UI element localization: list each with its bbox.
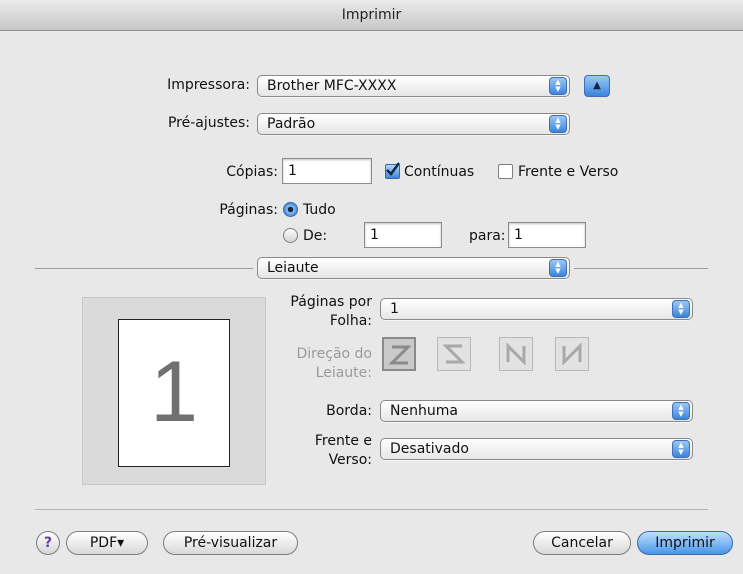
layout-duplex-label-line2: Verso: [328,452,372,468]
copies-label: Cópias: [226,164,278,180]
presets-label: Pré-ajustes: [167,115,250,131]
direction-n-reverse-button[interactable] [555,337,589,371]
bottom-divider [35,509,708,510]
pages-per-sheet-label: Páginas por Folha: [290,293,372,331]
layout-duplex-select[interactable]: Desativado ▲ ▼ [380,438,693,460]
cancel-button[interactable]: Cancelar [533,531,631,555]
direction-z-icon [389,345,411,365]
window-titlebar: Imprimir [0,0,743,31]
printer-value: Brother MFC-XXXX [267,78,397,94]
printer-select[interactable]: Brother MFC-XXXX ▲ ▼ [257,75,570,97]
preview-page: 1 [118,319,230,467]
layout-duplex-value: Desativado [390,441,469,457]
pages-per-sheet-value: 1 [390,301,399,317]
direction-s-button[interactable] [437,337,471,371]
layout-duplex-label-line1: Frente e [314,433,372,449]
layout-duplex-label: Frente e Verso: [315,432,372,470]
chevron-updown-icon: ▲ ▼ [672,300,690,318]
duplex-copies-label: Frente e Verso [518,164,619,180]
chevron-updown-icon: ▲ ▼ [549,115,567,133]
expand-dialog-button[interactable]: ▲ [584,75,610,97]
section-divider-left [35,268,253,269]
collated-label: Contínuas [404,164,475,180]
layout-direction-label: Direção do Leiaute: [297,345,372,383]
pages-all-label: Tudo [303,202,336,218]
cancel-button-label: Cancelar [551,535,613,551]
pages-per-sheet-label-line1: Páginas por [290,294,372,310]
pages-range-radio[interactable] [283,228,298,243]
duplex-copies-checkbox[interactable] [498,164,513,179]
direction-z-button[interactable] [382,337,416,371]
chevron-updown-icon: ▲ ▼ [549,259,567,277]
section-select[interactable]: Leiaute ▲ ▼ [257,257,570,279]
layout-direction-label-line2: Leiaute: [315,365,372,381]
pages-to-value: 1 [514,227,523,243]
border-select[interactable]: Nenhuma ▲ ▼ [380,400,693,422]
presets-value: Padrão [267,116,316,132]
pages-to-input[interactable]: 1 [508,222,586,248]
pages-per-sheet-select[interactable]: 1 ▲ ▼ [380,298,693,320]
direction-n-icon [506,343,526,365]
layout-direction-label-line1: Direção do [296,346,372,362]
collated-checkbox[interactable] [385,162,400,179]
pages-label: Páginas: [219,202,278,218]
chevron-updown-icon: ▲ ▼ [672,440,690,458]
window-title: Imprimir [341,7,402,23]
pdf-button-label: PDF▾ [89,535,125,551]
checkmark-icon [386,162,400,176]
disclosure-up-icon: ▲ [593,80,601,91]
presets-select[interactable]: Padrão ▲ ▼ [257,113,570,135]
preview-button-label: Pré-visualizar [183,535,278,551]
pages-to-label: para: [469,228,506,244]
copies-input[interactable]: 1 [282,158,372,184]
printer-label: Impressora: [167,77,250,93]
pages-from-value: 1 [370,227,379,243]
chevron-updown-icon: ▲ ▼ [672,402,690,420]
section-divider-right [574,268,708,269]
pages-all-radio[interactable] [283,202,298,217]
print-button-label: Imprimir [655,535,715,551]
border-value: Nenhuma [390,403,458,419]
border-label: Borda: [326,403,372,419]
section-value: Leiaute [267,260,319,276]
direction-n-button[interactable] [499,337,533,371]
layout-preview-panel: 1 [82,297,266,485]
copies-value: 1 [288,163,297,179]
direction-n-reverse-icon [562,343,582,365]
help-button[interactable]: ? [36,531,60,555]
pages-from-input[interactable]: 1 [364,222,442,248]
direction-s-icon [443,344,465,364]
preview-button[interactable]: Pré-visualizar [163,531,298,555]
help-icon: ? [43,535,53,551]
preview-page-number: 1 [150,344,198,440]
pages-per-sheet-label-line2: Folha: [329,313,372,329]
chevron-updown-icon: ▲ ▼ [549,77,567,95]
pdf-menu-button[interactable]: PDF▾ [66,531,148,555]
pages-from-label: De: [303,228,328,244]
print-button[interactable]: Imprimir [637,531,733,555]
